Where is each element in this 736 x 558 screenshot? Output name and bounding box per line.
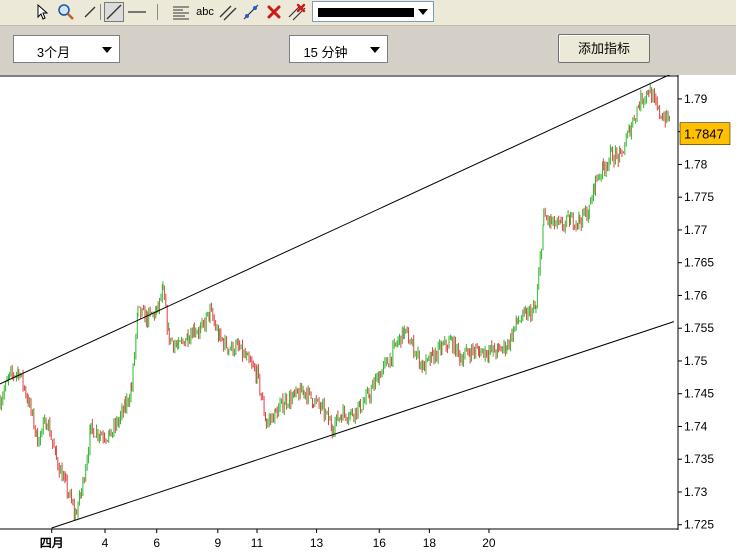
control-bar: 3个月 15 分钟 添加指标 — [0, 26, 736, 73]
line-icon[interactable] — [82, 2, 98, 22]
cursor-icon[interactable] — [36, 2, 50, 22]
toolbar-separator — [100, 4, 101, 20]
y-tick-label: 1.725 — [684, 518, 714, 532]
y-tick-label: 1.745 — [684, 387, 714, 401]
text-icon[interactable]: abc — [194, 2, 216, 22]
line-color-select[interactable] — [312, 1, 434, 22]
y-axis-ticks: 1.725 1.73 1.735 1.74 1.745 1.75 1.755 1.76 1.76… — [678, 92, 714, 532]
y-tick-label: 1.73 — [684, 485, 708, 499]
fib-lines-icon[interactable] — [170, 2, 192, 22]
x-tick-label: 11 — [251, 536, 264, 550]
price-chart[interactable]: 1.725 1.73 1.735 1.74 1.745 1.75 1.755 1.76 1.76… — [0, 75, 736, 558]
x-tick-label: 四月 — [40, 536, 64, 550]
interval-select-value: 15 分钟 — [303, 45, 348, 60]
x-tick-label: 16 — [373, 536, 387, 550]
interval-select[interactable]: 15 分钟 — [289, 35, 388, 63]
y-tick-label: 1.79 — [684, 92, 708, 106]
color-swatch — [318, 8, 414, 17]
channel-icon[interactable] — [218, 2, 238, 22]
chevron-down-icon — [102, 47, 112, 53]
trend-tool-icon[interactable] — [241, 2, 261, 22]
candles-layer — [0, 83, 670, 521]
horizontal-line-icon[interactable] — [126, 2, 148, 22]
y-tick-label: 1.735 — [684, 452, 714, 466]
y-tick-label: 1.75 — [684, 354, 708, 368]
toolbar-separator — [157, 4, 158, 20]
range-select[interactable]: 3个月 — [13, 35, 120, 63]
channel-lines-layer — [0, 75, 675, 529]
y-tick-label: 1.765 — [684, 256, 714, 270]
y-tick-label: 1.775 — [684, 190, 714, 204]
current-price-tag: 1.7847 — [679, 122, 731, 145]
x-tick-label: 13 — [310, 536, 324, 550]
y-tick-label: 1.78 — [684, 157, 708, 171]
x-tick-label: 6 — [153, 536, 160, 550]
x-tick-label: 4 — [102, 536, 109, 550]
drawing-toolbar: abc — [0, 0, 736, 26]
y-tick-label: 1.76 — [684, 288, 708, 302]
x-tick-label: 18 — [423, 536, 437, 550]
x-tick-label: 20 — [482, 536, 496, 550]
x-axis-ticks: 四月 4 6 9 11 13 16 18 20 — [40, 529, 496, 550]
delete-icon[interactable] — [264, 2, 284, 22]
y-tick-label: 1.77 — [684, 223, 708, 237]
channel-line-lower — [51, 321, 675, 529]
add-indicator-button[interactable]: 添加指标 — [558, 34, 650, 63]
ray-line-icon[interactable] — [103, 2, 125, 22]
zoom-icon[interactable] — [56, 2, 76, 22]
delete-all-icon[interactable] — [287, 2, 307, 22]
chart-canvas[interactable]: 1.725 1.73 1.735 1.74 1.745 1.75 1.755 1.76 1.76… — [0, 75, 736, 558]
y-tick-label: 1.755 — [684, 321, 714, 335]
y-tick-label: 1.74 — [684, 419, 708, 433]
current-price-label: 1.7847 — [684, 127, 724, 142]
x-tick-label: 9 — [214, 536, 221, 550]
range-select-value: 3个月 — [36, 45, 71, 60]
chevron-down-icon — [418, 9, 428, 15]
chevron-down-icon — [370, 47, 380, 53]
